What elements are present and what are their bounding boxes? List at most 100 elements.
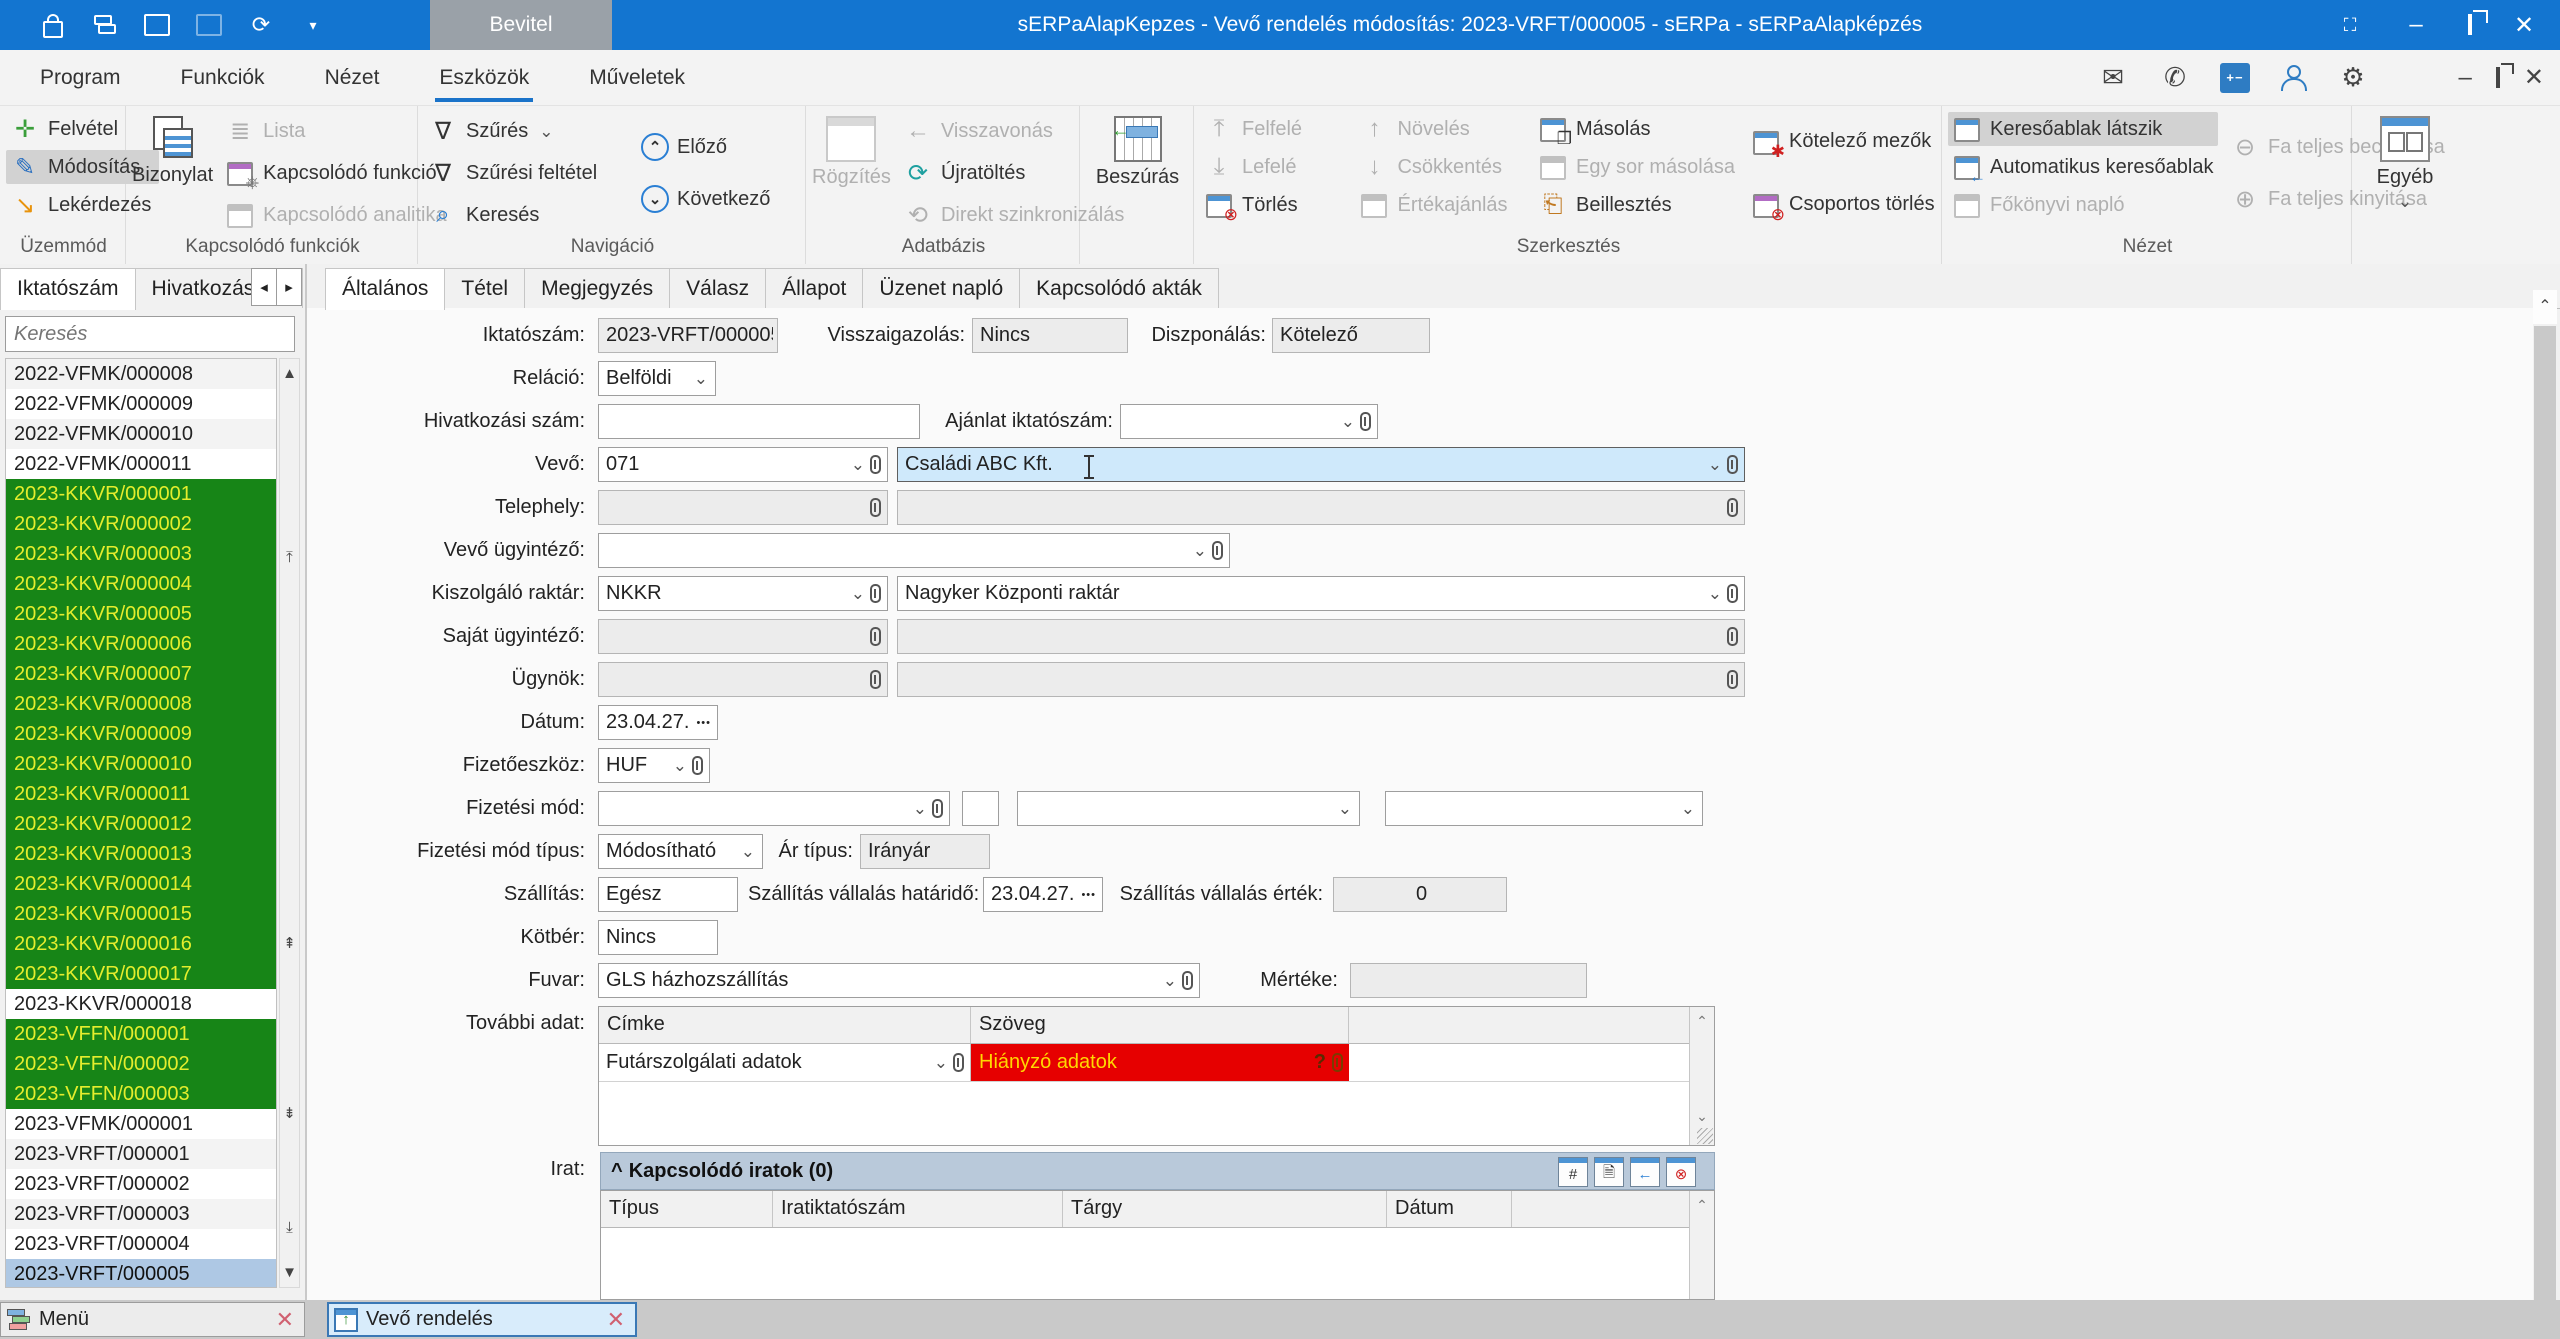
close-icon[interactable]: ✕ [597,1307,635,1333]
sidebar-search[interactable] [5,316,295,352]
fizetesi-mod-select-3[interactable]: ⌄ [1385,791,1703,826]
chevron-down-icon[interactable]: ⌄ [848,456,868,473]
document-list-item[interactable]: 2023-VFFN/000001 [6,1019,276,1049]
keresoablak-latszik-button[interactable]: Keresőablak látszik [1948,112,2218,146]
main-tab[interactable]: Üzenet napló [862,268,1020,308]
bizonylat-button[interactable]: Bizonylat [132,112,213,234]
chevron-down-icon[interactable]: ⌄ [1678,800,1698,817]
kapcsolodo-iratok-header[interactable]: ^ Kapcsolódó iratok (0) # 🗎 ← ⊗ [600,1152,1715,1190]
inner-minimize-icon[interactable]: – [2459,64,2472,92]
document-list-item[interactable]: 2023-KKVR/000018 [6,989,276,1019]
fizetesi-mod-select[interactable]: ⌄ [598,791,950,826]
document-list-item[interactable]: 2023-KKVR/000008 [6,689,276,719]
paperclip-icon[interactable] [953,1053,964,1072]
vevo-rendeles-task-tab[interactable]: ↑ Vevő rendelés ✕ [327,1302,637,1337]
numbering-icon[interactable]: # [1558,1157,1588,1187]
fizetesi-mod-select-2[interactable]: ⌄ [1017,791,1360,826]
document-list-item[interactable]: 2023-VRFT/000005 [6,1259,276,1288]
paperclip-icon[interactable] [1727,498,1738,517]
document-list-item[interactable]: 2023-VRFT/000004 [6,1229,276,1259]
document-list-item[interactable]: 2023-KKVR/000016 [6,929,276,959]
document-list-item[interactable]: 2023-KKVR/000010 [6,749,276,779]
date-picker-icon[interactable]: ••• [1079,889,1098,901]
chevron-down-icon[interactable]: ⌄ [1705,585,1725,602]
menu-item[interactable]: Eszközök [435,56,533,100]
lock-icon[interactable] [40,12,66,38]
szures-button[interactable]: ∇Szűrés⌄ [424,114,629,148]
chevron-down-icon[interactable]: ⌄ [1338,413,1358,430]
document-list-item[interactable]: 2023-KKVR/000012 [6,809,276,839]
menu-item[interactable]: Műveletek [585,56,689,100]
column-header[interactable]: Dátum [1387,1191,1512,1227]
paperclip-icon[interactable] [870,584,881,603]
resize-grip[interactable] [1697,1128,1713,1144]
tab-scroll-right-icon[interactable]: ▸ [276,268,302,306]
document-list-item[interactable]: 2023-KKVR/000001 [6,479,276,509]
calculator-icon[interactable]: +− [2220,63,2250,93]
scroll-up-icon[interactable]: ▲ [280,365,299,382]
irat-scrollbar[interactable]: ⌃ [1689,1191,1714,1299]
main-tab[interactable]: Általános [325,268,445,310]
szuresi-feltetel-button[interactable]: ∇Szűrési feltétel [424,156,629,190]
remove-table-icon[interactable]: ⊗ [1666,1157,1696,1187]
menu-item[interactable]: Program [36,56,125,100]
scroll-down-icon[interactable]: ⌄ [1690,1108,1714,1125]
paperclip-icon[interactable] [1332,1053,1343,1072]
kotber-field[interactable]: Nincs [598,920,718,955]
main-tab[interactable]: Tétel [444,268,525,308]
document-list-item[interactable]: 2023-KKVR/000009 [6,719,276,749]
document-list-item[interactable]: 2023-VFMK/000001 [6,1109,276,1139]
hivatkozasi-szam-input[interactable] [598,404,920,439]
vevo-name-select[interactable]: Családi ABC Kft.⌄ [897,447,1745,482]
menu-task-tab[interactable]: Menü ✕ [0,1302,305,1337]
fizetoeszkoz-select[interactable]: HUF⌄ [598,748,710,783]
paperclip-icon[interactable] [1360,412,1371,431]
tovabbi-adat-scrollbar[interactable]: ⌃ ⌄ [1689,1007,1714,1145]
column-header[interactable]: Típus [601,1191,773,1227]
document-list-item[interactable]: 2023-KKVR/000017 [6,959,276,989]
inner-close-icon[interactable]: ✕ [2524,63,2544,92]
sidebar-scrollbar[interactable]: ▲ ⤒ ⇞ ⇟ ⤓ ▼ [279,358,300,1288]
document-list-item[interactable]: 2023-KKVR/000003 [6,539,276,569]
paperclip-icon[interactable] [1727,670,1738,689]
document-list-item[interactable]: 2023-KKVR/000014 [6,869,276,899]
szallitas-field[interactable]: Egész [598,877,738,912]
elozo-button[interactable]: ⌃Előző [637,130,797,164]
paperclip-icon[interactable] [1182,971,1193,990]
chevron-down-icon[interactable]: ⌄ [1160,972,1180,989]
tovabbi-adat-szoveg-error-cell[interactable]: Hiányzó adatok ? [971,1044,1349,1081]
paperclip-icon[interactable] [870,670,881,689]
chevron-down-icon[interactable]: ⌄ [910,800,930,817]
tovabbi-adat-empty-cell[interactable] [1349,1044,1714,1081]
document-list-item[interactable]: 2022-VFMK/000008 [6,359,276,389]
user-icon[interactable] [2278,63,2308,93]
automatikus-keresoablak-button[interactable]: ←Automatikus keresőablak [1948,150,2218,184]
settings-gear-icon[interactable]: ⚙ [2336,62,2370,93]
kereses-button[interactable]: ⌕Keresés [424,198,629,232]
ajanlat-iktatoszam-select[interactable]: ⌄ [1120,404,1378,439]
kiszolgalo-raktar-code-select[interactable]: NKKR⌄ [598,576,888,611]
chevron-down-icon[interactable]: ⌄ [1705,456,1725,473]
document-list-item[interactable]: 2023-VFFN/000003 [6,1079,276,1109]
main-tab[interactable]: Állapot [765,268,863,308]
new-document-icon[interactable]: 🗎 [1594,1157,1624,1187]
mail-icon[interactable]: ✉ [2096,62,2130,93]
collapse-caret-icon[interactable]: ^ [611,1160,623,1183]
chevron-down-icon[interactable]: ⌄ [848,585,868,602]
vevo-code-select[interactable]: 071⌄ [598,447,888,482]
scroll-marker-top-icon[interactable]: ⤒ [280,549,299,566]
close-icon[interactable]: ✕ [2510,11,2538,40]
scrollbar-thumb[interactable] [2534,326,2556,1339]
fizetesi-mod-tipus-select[interactable]: Módosítható⌄ [598,834,763,869]
column-header[interactable]: Tárgy [1063,1191,1387,1227]
tab-scroll-left-icon[interactable]: ◂ [251,268,277,306]
scroll-marker-down-icon[interactable]: ⇟ [280,1104,299,1122]
chevron-down-icon[interactable]: ⌄ [1335,800,1355,817]
document-list-item[interactable]: 2022-VFMK/000009 [6,389,276,419]
column-header[interactable]: Iratiktatószám [773,1191,1063,1227]
paperclip-icon[interactable] [870,498,881,517]
paperclip-icon[interactable] [932,799,943,818]
kotelezo-mezok-button[interactable]: ✱Kötelező mezők [1747,125,1937,159]
restore-icon[interactable] [2468,16,2472,34]
scroll-up-icon[interactable]: ⌃ [2533,290,2557,324]
